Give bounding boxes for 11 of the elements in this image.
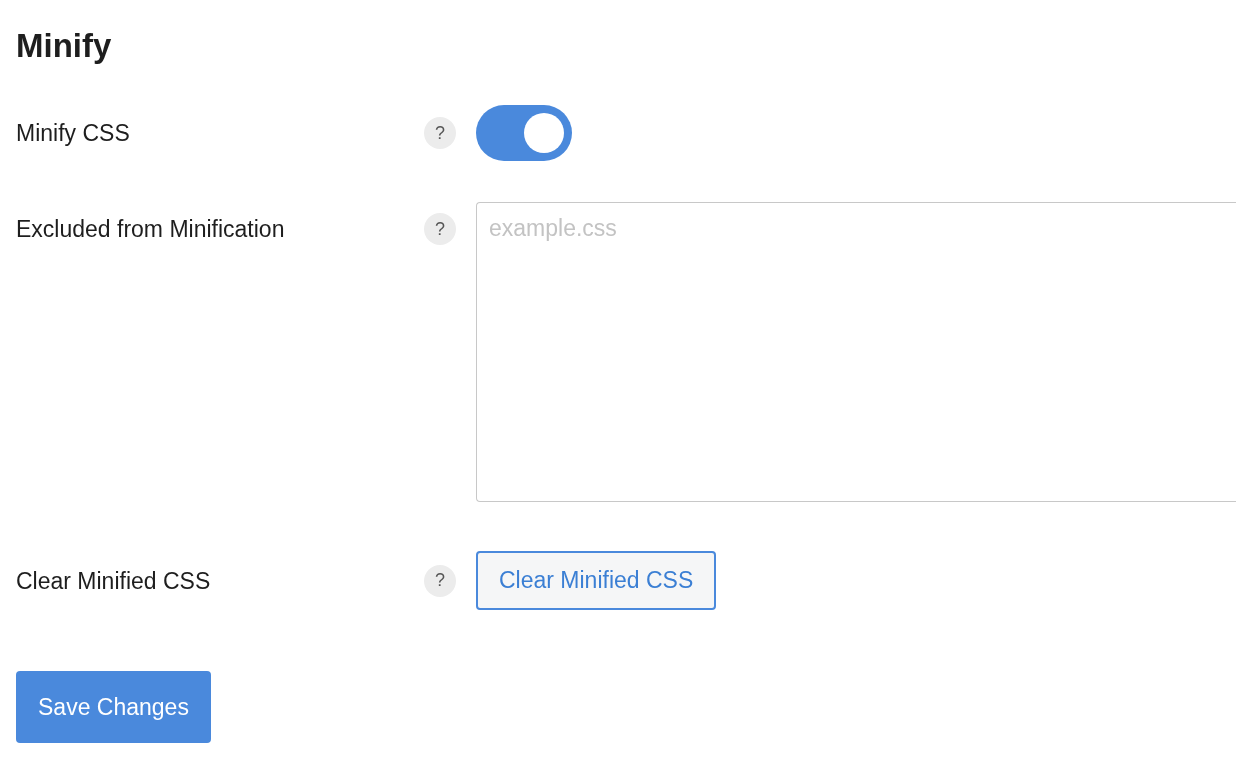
help-icon[interactable]: ? xyxy=(424,117,456,149)
setting-label: Clear Minified CSS xyxy=(16,566,212,595)
setting-label: Minify CSS xyxy=(16,119,131,147)
help-icon[interactable]: ? xyxy=(424,213,456,245)
help-icon[interactable]: ? xyxy=(424,564,456,597)
exclusion-textarea[interactable]: example.css xyxy=(476,202,1236,502)
toggle-switch[interactable] xyxy=(476,105,572,161)
setting-label: Excluded from Minification xyxy=(16,215,286,243)
save-button[interactable]: Save Changes xyxy=(16,671,211,743)
section-title: Minify xyxy=(16,26,113,66)
clear-button[interactable]: Clear Minified CSS xyxy=(476,551,717,610)
